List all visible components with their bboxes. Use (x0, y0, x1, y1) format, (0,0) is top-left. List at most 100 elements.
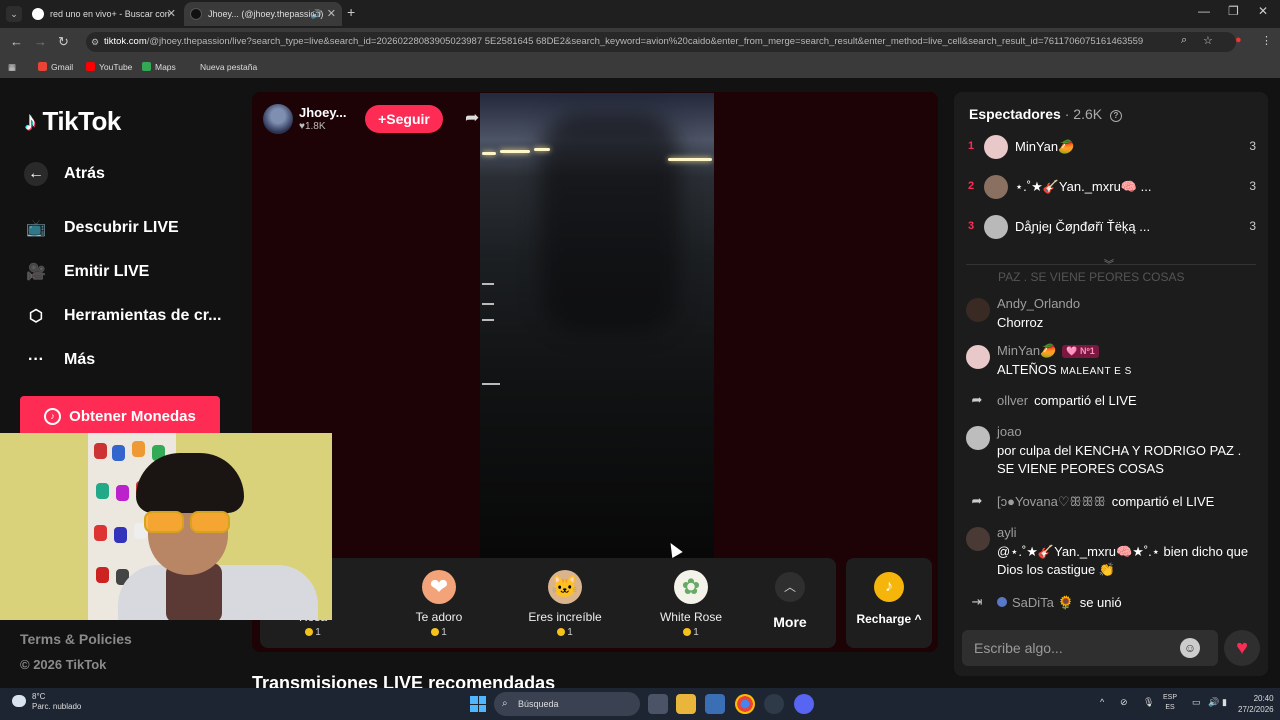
bookmark-youtube[interactable]: YouTube (86, 62, 132, 72)
bookmark-star-icon[interactable]: ☆ (1203, 34, 1213, 47)
video-speck (482, 303, 494, 305)
tiktok-favicon-icon (190, 8, 202, 20)
browser-tab[interactable]: red uno en vivo+ - Buscar con ✕ (26, 2, 182, 26)
audio-playing-icon[interactable]: 🔊 (311, 2, 322, 26)
close-tab-icon[interactable]: ✕ (167, 2, 176, 26)
display-icon[interactable]: ▭ (1192, 697, 1201, 708)
app-icon[interactable] (764, 694, 784, 714)
maps-icon (142, 62, 151, 71)
sidebar-item-creator-tools[interactable]: ⬡ Herramientas de cr... (24, 302, 221, 330)
bookmark-maps[interactable]: Maps (142, 62, 176, 72)
clock[interactable]: 20:40 27/2/2026 (1238, 693, 1274, 715)
avatar[interactable] (966, 345, 990, 369)
recharge-button[interactable]: ♪ Recharge ^ (846, 558, 932, 648)
video-shadow (540, 113, 680, 333)
tiktok-live-page: ♪ TikTok ← Atrás 📺 Descubrir LIVE 🎥 Emiti… (0, 80, 1280, 688)
taskbar-search[interactable]: ⌕ Búsqueda (494, 692, 640, 716)
back-button[interactable]: ← Atrás (24, 160, 105, 188)
url-path: /@jhoey.thepassion/live?search_type=live… (146, 36, 1144, 47)
tray-chevron-icon[interactable]: ^ (1100, 697, 1104, 707)
avatar[interactable] (966, 426, 990, 450)
url-field[interactable]: ⚙ tiktok.com/@jhoey.thepassion/live?sear… (86, 32, 1236, 52)
video-lights (480, 148, 714, 168)
minimize-icon[interactable]: — (1198, 4, 1210, 18)
recommended-live-title: Transmisiones LIVE recomendadas (252, 673, 556, 688)
file-explorer-icon[interactable] (676, 694, 696, 714)
discord-icon[interactable] (794, 694, 814, 714)
follow-button[interactable]: +Seguir (365, 105, 443, 133)
zoom-icon[interactable]: ⌕ (1181, 34, 1187, 47)
back-arrow-icon[interactable]: ← (10, 34, 23, 49)
chevron-up-icon: ︿ (775, 572, 805, 602)
windows-taskbar: 8°C Parc. nublado ⌕ Búsqueda ^ ⊘ 🎙 ESP ES… (0, 688, 1280, 720)
chrome-icon[interactable] (735, 694, 755, 714)
viewers-header[interactable]: Espectadores · 2.6K ? (969, 106, 1122, 122)
top-viewer-row[interactable]: 3 Dåɲjeȷ Čøɲđøřï Ťëķą ... 3 (968, 214, 1258, 240)
tiktok-coin-icon: ♪ (874, 572, 904, 602)
sidebar-item-discover-live[interactable]: 📺 Descubrir LIVE (24, 214, 179, 242)
gift-item[interactable]: ❤ Te adoro 1 (384, 570, 494, 638)
heart-like-button[interactable]: ♥ (1224, 630, 1260, 666)
sidebar-item-go-live[interactable]: 🎥 Emitir LIVE (24, 258, 149, 286)
windows-start-icon[interactable] (470, 696, 486, 712)
browser-tab-active[interactable]: Jhoey... (@jhoey.thepassion) 🔊 ✕ (184, 2, 342, 26)
apps-grid-icon[interactable]: ▦ (8, 62, 16, 73)
volume-icon[interactable]: 🔊 (1208, 697, 1219, 708)
restore-icon[interactable]: ❐ (1228, 4, 1239, 18)
live-video[interactable] (480, 93, 714, 560)
weather-widget[interactable]: 8°C Parc. nublado (12, 692, 81, 712)
browser-menu-icon[interactable]: ⋮ (1261, 34, 1272, 47)
top-viewer-row[interactable]: 2 ⋆.˚★🎸Yan._mxru🧠 ... 3 (968, 174, 1258, 200)
bookmark-new-tab[interactable]: Nueva pestaña (200, 62, 257, 72)
chevron-up-small-icon: ^ (914, 612, 922, 626)
google-favicon-icon (32, 8, 44, 20)
tiktok-logo[interactable]: ♪ TikTok (24, 106, 121, 137)
gift-item[interactable]: ✿ White Rose 1 (636, 570, 746, 638)
store-icon[interactable] (705, 694, 725, 714)
host-name[interactable]: Jhoey... (299, 105, 346, 120)
tab-search-menu-icon[interactable]: ⌄ (6, 6, 22, 22)
rank-badge: 🩷 Nº1 (1062, 345, 1099, 358)
profile-avatar-icon[interactable]: ● (1235, 34, 1242, 46)
emoji-icon[interactable]: ☺ (1180, 638, 1200, 658)
network-icon[interactable]: ⊘ (1120, 697, 1128, 708)
close-tab-icon[interactable]: ✕ (327, 2, 336, 26)
top-viewer-row[interactable]: 1 MinYan🥭 3 (968, 134, 1258, 160)
video-speck (482, 383, 500, 385)
microphone-icon[interactable]: 🎙 (1143, 697, 1154, 708)
language-indicator[interactable]: ESP ES (1163, 693, 1177, 713)
gift-item[interactable]: 🐱 Eres increíble 1 (510, 570, 620, 638)
new-tab-icon[interactable]: + (347, 4, 355, 20)
avatar[interactable] (966, 298, 990, 322)
share-icon: ➦ (971, 392, 983, 407)
cloud-sun-icon (12, 695, 26, 707)
coin-icon: ♪ (44, 407, 62, 425)
share-icon[interactable]: ➦ (465, 108, 479, 128)
bookmark-gmail[interactable]: Gmail (38, 62, 73, 72)
creator-tools-icon: ⬡ (29, 308, 43, 325)
tiktok-note-icon: ♪ (24, 106, 37, 136)
browser-tab-strip: ⌄ red uno en vivo+ - Buscar con ✕ Jhoey.… (0, 0, 1280, 28)
search-icon: ⌕ (502, 698, 508, 709)
more-gifts-button[interactable]: ︿ More (760, 572, 820, 630)
terms-policies-link[interactable]: Terms & Policies (20, 631, 132, 647)
avatar (984, 215, 1008, 239)
streamer (118, 453, 318, 620)
close-window-icon[interactable]: ✕ (1258, 4, 1268, 18)
site-info-icon[interactable]: ⚙ (91, 32, 99, 52)
reload-icon[interactable]: ↻ (58, 34, 69, 50)
copyright-text: © 2026 TikTok (20, 657, 107, 672)
forward-arrow-icon[interactable]: → (34, 34, 47, 49)
sidebar-item-more[interactable]: ··· Más (24, 346, 95, 374)
help-icon[interactable]: ? (1109, 110, 1122, 122)
avatar (984, 175, 1008, 199)
task-view-icon[interactable] (648, 694, 668, 714)
host-avatar[interactable] (263, 104, 293, 134)
battery-icon[interactable]: ▮ (1222, 697, 1227, 708)
tv-icon: 📺 (26, 220, 46, 237)
avatar[interactable] (966, 527, 990, 551)
get-coins-button[interactable]: ♪ Obtener Monedas (20, 396, 220, 436)
join-icon: ⇥ (971, 594, 983, 609)
chat-message: MinYan🥭 🩷 Nº1 ALTEÑOS MALEANT E S (966, 343, 1258, 383)
coin-icon (431, 628, 440, 636)
